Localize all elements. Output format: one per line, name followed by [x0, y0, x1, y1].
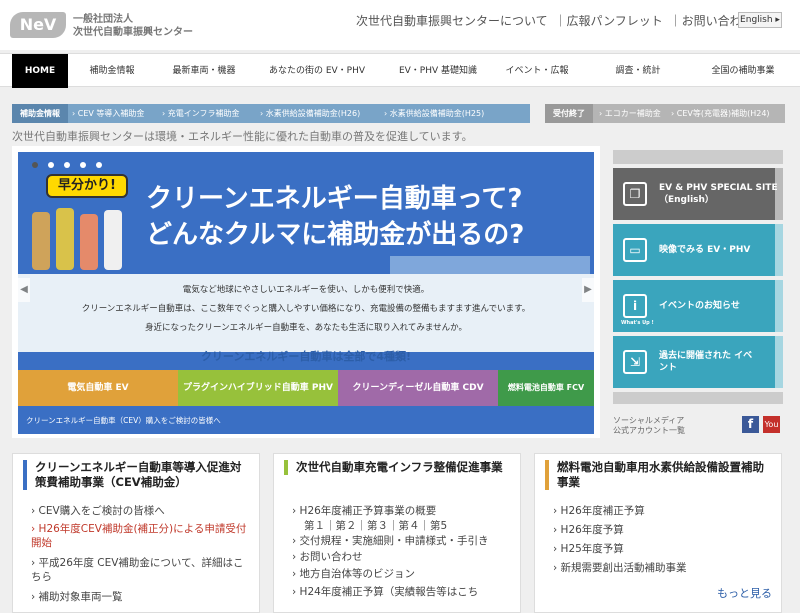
charging-infra-box: 次世代自動車充電インフラ整備促進事業 › H26年度補正予算事業の概要 第１｜第… [273, 453, 521, 613]
list-item[interactable]: 第１｜第２｜第３｜第４｜第5 [304, 519, 447, 533]
language-button[interactable]: English ▸ [738, 12, 782, 28]
side-card-video[interactable]: ▭ 映像でみる EV・PHV [613, 224, 783, 276]
list-item[interactable]: › 交付規程・実施細則・申請様式・手引き [292, 534, 489, 548]
list-item[interactable]: › H26年度補正予算 [553, 504, 645, 518]
person-illustration [80, 214, 98, 270]
subnav-charging[interactable]: › 充電インフラ補助金 [162, 104, 240, 123]
hero-image[interactable]: 早分かり! クリーンエネルギー自動車って? どんなクルマに補助金が出るの? 電気… [18, 152, 594, 434]
main-nav: HOME 補助金情報 最新車両・機器 あなたの街の EV・PHV EV・PHV … [0, 53, 800, 88]
nav-national[interactable]: 全国の補助事業 [700, 54, 786, 88]
nav-research[interactable]: 調査・統計 [608, 54, 668, 88]
list-item[interactable]: › お問い合わせ [292, 550, 363, 564]
info-icon: i [623, 294, 647, 318]
slide-dot[interactable] [32, 162, 38, 168]
side-down-arrow-icon[interactable] [613, 392, 783, 404]
slide-dot[interactable] [80, 162, 86, 168]
side-card-events[interactable]: i What's Up ! イベントのお知らせ [613, 280, 783, 332]
box-title[interactable]: クリーンエネルギー自動車等導入促進対策費補助事業（CEV補助金） [23, 460, 251, 490]
list-item[interactable]: › 地方自治体等のビジョン [292, 567, 415, 581]
side-cards: ❐ EV & PHV SPECIAL SITE（English） ▭ 映像でみる… [613, 146, 783, 408]
list-item[interactable]: › 平成26年度 CEV補助金について、詳細はこちら [31, 556, 251, 584]
nav-home[interactable]: HOME [12, 54, 68, 88]
list-item[interactable]: › 新規需要創出活動補助事業 [553, 561, 687, 575]
hero-footer-link[interactable]: クリーンエネルギー自動車（CEV）購入をご検討の皆様へ [22, 414, 282, 428]
link-pamphlet[interactable]: ｜広報パンフレット [554, 14, 662, 28]
person-illustration [104, 210, 122, 270]
youtube-icon[interactable]: You [763, 416, 780, 433]
list-item[interactable]: › H26年度補正予算事業の概要 [292, 504, 436, 518]
side-up-arrow-icon[interactable] [613, 150, 783, 164]
slide-dot[interactable] [96, 162, 102, 168]
list-item[interactable]: › H25年度予算 [553, 542, 624, 556]
box-title[interactable]: 次世代自動車充電インフラ整備促進事業 [284, 460, 512, 475]
city-skyline [390, 256, 590, 274]
nav-subsidy[interactable]: 補助金情報 [80, 54, 144, 88]
slide-dot[interactable] [48, 162, 54, 168]
category-phv[interactable]: プラグインハイブリッド自動車 PHV [178, 370, 338, 406]
org-name: 一般社団法人 次世代自動車振興センター [73, 14, 193, 38]
header: NeV 一般社団法人 次世代自動車振興センター 次世代自動車振興センターについて… [0, 0, 800, 50]
more-link[interactable]: もっと見る [717, 585, 772, 601]
nav-local-ev[interactable]: あなたの街の EV・PHV [262, 54, 372, 88]
subnav-cev[interactable]: › CEV 等導入補助金 [72, 104, 144, 123]
hero-badge: 早分かり! [46, 174, 128, 198]
hero-body-line: 電気など地球にやさしいエネルギーを使い、しかも便利で快適。 [182, 285, 430, 295]
nav-basics[interactable]: EV・PHV 基礎知識 [390, 54, 486, 88]
nav-latest-vehicles[interactable]: 最新車両・機器 [160, 54, 248, 88]
facebook-icon[interactable]: f [742, 416, 759, 433]
list-item[interactable]: › H24年度補正予算（実績報告等はこち [292, 585, 478, 599]
hero-subtitle: クリーンエネルギー自動車は全部で4種類! [200, 350, 412, 363]
box-title[interactable]: 燃料電池自動車用水素供給設備設置補助事業 [545, 460, 773, 490]
history-icon: ⇲ [623, 350, 647, 374]
subnav-ecocar[interactable]: › エコカー補助金 [599, 104, 661, 123]
cev-subsidy-box: クリーンエネルギー自動車等導入促進対策費補助事業（CEV補助金） › CEV購入… [12, 453, 260, 613]
category-ev[interactable]: 電気自動車 EV [18, 370, 178, 406]
list-item[interactable]: › H26年度予算 [553, 523, 624, 537]
top-links: 次世代自動車振興センターについて ｜広報パンフレット ｜お問い合わせ [356, 12, 757, 29]
subnav-hydrogen-h25[interactable]: › 水素供給設備補助金(H25) [384, 104, 484, 123]
video-icon: ▭ [623, 238, 647, 262]
category-fcv[interactable]: 燃料電池自動車 FCV [498, 370, 594, 406]
closed-label: 受付終了 [545, 104, 593, 123]
subnav-cev-h24[interactable]: › CEV等(充電器)補助(H24) [671, 104, 770, 123]
hero-title-1: クリーンエネルギー自動車って? [146, 184, 523, 214]
hero-body-line: 身近になったクリーンエネルギー自動車を、あなたも生活に取り入れてみませんか。 [145, 323, 467, 333]
nav-events[interactable]: イベント・広報 [498, 54, 576, 88]
person-illustration [56, 208, 74, 270]
slide-dot[interactable] [64, 162, 70, 168]
list-item[interactable]: › CEV購入をご検討の皆様へ [31, 504, 165, 518]
logo[interactable]: NeV [10, 12, 66, 38]
subnav-hydrogen-h26[interactable]: › 水素供給設備補助金(H26) [260, 104, 360, 123]
category-cdv[interactable]: クリーンディーゼル自動車 CDV [338, 370, 498, 406]
subnav-label: 補助金情報 [12, 104, 68, 123]
hero-body-line: クリーンエネルギー自動車は、ここ数年でぐっと購入しやすい価格になり、充電設備の整… [81, 304, 531, 314]
list-item[interactable]: › H26年度CEV補助金(補正分)による申請受付開始 [31, 522, 251, 550]
closed-subnav: 受付終了 › エコカー補助金 › CEV等(充電器)補助(H24) [545, 104, 785, 123]
copy-icon: ❐ [623, 182, 647, 206]
intro-text: 次世代自動車振興センターは環境・エネルギー性能に優れた自動車の普及を促進していま… [12, 130, 473, 143]
side-card-past-events[interactable]: ⇲ 過去に開催された イベント [613, 336, 783, 388]
link-about[interactable]: 次世代自動車振興センターについて [356, 14, 548, 28]
subsidy-subnav: 補助金情報 › CEV 等導入補助金 › 充電インフラ補助金 › 水素供給設備補… [12, 104, 530, 123]
social-media: ソーシャルメディア 公式アカウント一覧 [613, 416, 685, 435]
next-arrow-icon[interactable]: ▶ [582, 278, 594, 302]
person-illustration [32, 212, 50, 270]
side-card-special-site[interactable]: ❐ EV & PHV SPECIAL SITE（English） [613, 168, 783, 220]
hero-title-2: どんなクルマに補助金が出るの? [146, 220, 525, 250]
hero-banner: 早分かり! クリーンエネルギー自動車って? どんなクルマに補助金が出るの? 電気… [12, 146, 600, 438]
prev-arrow-icon[interactable]: ◀ [18, 278, 30, 302]
